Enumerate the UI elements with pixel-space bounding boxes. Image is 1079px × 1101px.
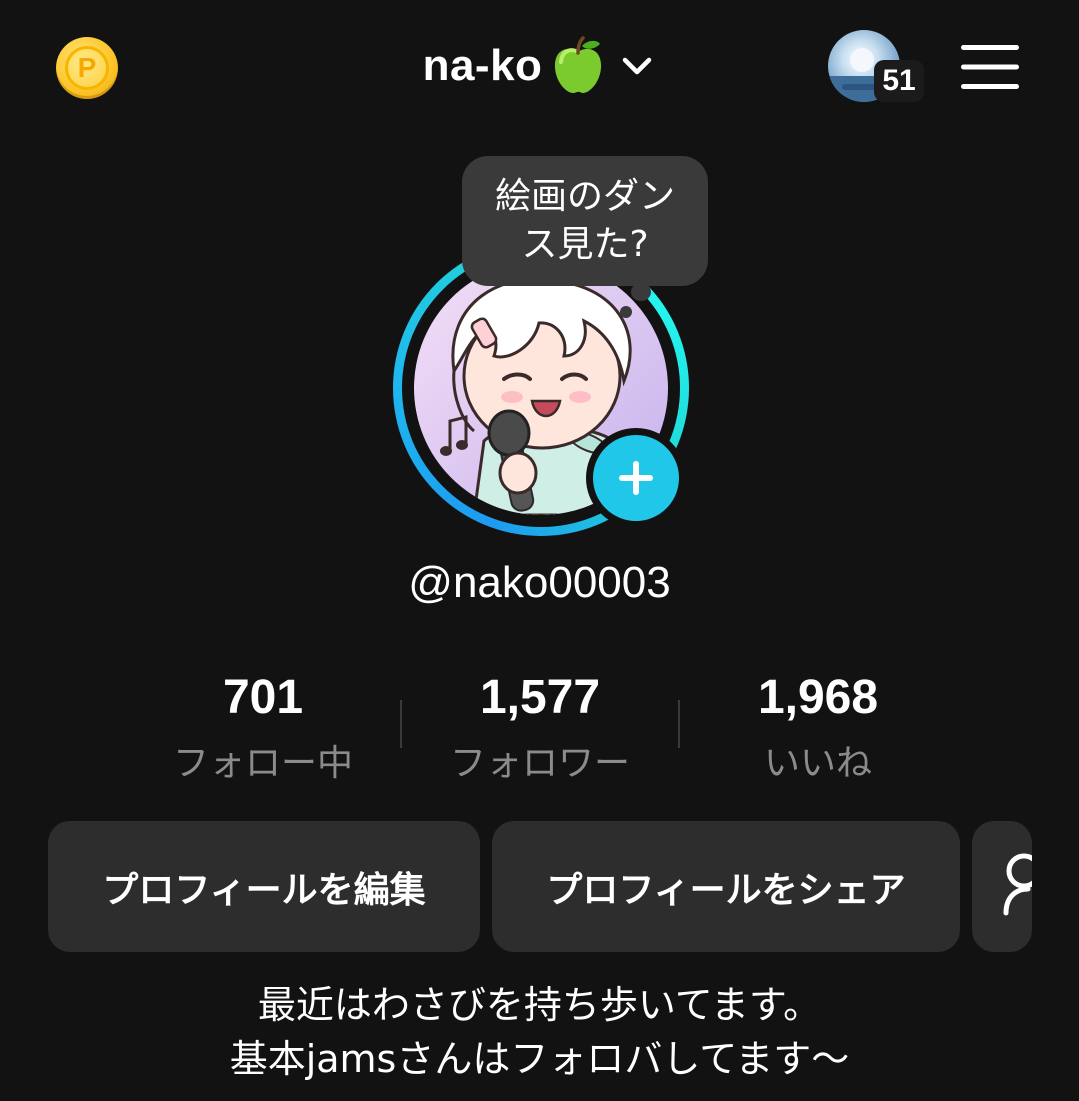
username: @nako00003 xyxy=(408,558,671,607)
followers-count: 1,577 xyxy=(479,671,601,724)
stat-divider xyxy=(678,700,680,748)
profile-display-name: na-ko xyxy=(422,41,543,90)
bio-line-2: 基本jamsさんはフォロバしてます〜 xyxy=(229,1037,850,1081)
followers-stat[interactable]: 1,577 フォロワー xyxy=(420,668,660,786)
bubble-tail-dot xyxy=(620,306,632,318)
likes-label: いいね xyxy=(763,743,872,784)
edit-profile-button[interactable]: プロフィールを編集 xyxy=(48,821,480,952)
add-friends-button[interactable] xyxy=(972,821,1032,952)
share-profile-label: プロフィールをシェア xyxy=(546,869,906,911)
share-profile-button[interactable]: プロフィールをシェア xyxy=(492,821,960,952)
edit-profile-label: プロフィールを編集 xyxy=(102,869,426,911)
following-label: フォロー中 xyxy=(172,743,353,784)
likes-stat[interactable]: 1,968 いいね xyxy=(698,668,938,786)
story-count-badge: 51 xyxy=(874,60,924,102)
bio-line-1: 最近はわさびを持ち歩いてます。 xyxy=(257,983,822,1027)
person-add-icon xyxy=(1003,853,1032,916)
profile-note-text: 絵画のダンス見た? xyxy=(494,176,675,265)
hamburger-menu-icon[interactable] xyxy=(961,45,1019,89)
followers-label: フォロワー xyxy=(449,743,630,784)
profile-bio: 最近はわさびを持ち歩いてます。 基本jamsさんはフォロバしてます〜 xyxy=(0,978,1079,1086)
likes-count: 1,968 xyxy=(757,671,879,724)
bubble-tail xyxy=(631,283,651,301)
stat-divider xyxy=(400,700,402,748)
following-count: 701 xyxy=(222,671,304,724)
profile-note-bubble[interactable]: 絵画のダンス見た? xyxy=(462,156,708,286)
green-apple-icon xyxy=(555,36,602,94)
chevron-down-icon xyxy=(623,57,652,75)
plus-icon xyxy=(619,461,653,495)
following-stat[interactable]: 701 フォロー中 xyxy=(143,668,383,786)
add-story-button[interactable] xyxy=(586,428,686,528)
